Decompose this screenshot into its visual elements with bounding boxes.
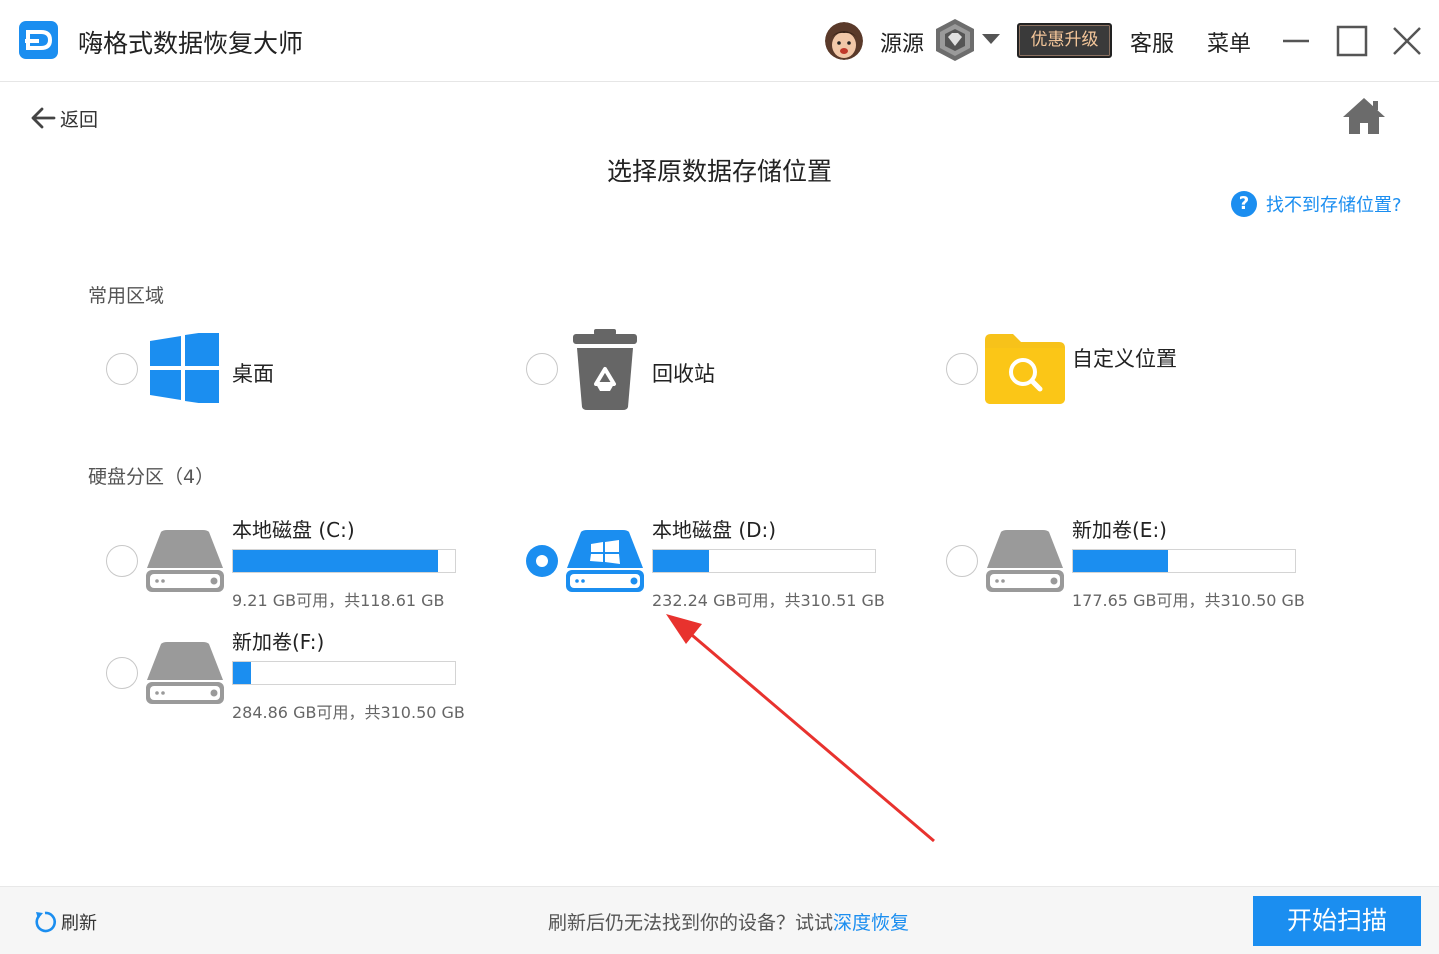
recycle-bin-label[interactable]: 回收站 bbox=[652, 358, 715, 388]
refresh-icon bbox=[35, 911, 57, 933]
customer-service-button[interactable]: 客服 bbox=[1130, 26, 1174, 58]
app-logo-icon bbox=[25, 30, 53, 50]
drive-d-capacity: 232.24 GB可用，共310.51 GB bbox=[652, 591, 885, 610]
help-link-label: 找不到存储位置? bbox=[1266, 195, 1402, 216]
drive-d-radio[interactable] bbox=[526, 545, 558, 577]
help-question-icon: ? bbox=[1231, 191, 1257, 217]
page-title: 选择原数据存储位置 bbox=[606, 157, 832, 186]
common-areas-section-label: 常用区域 bbox=[88, 285, 165, 307]
cannot-find-location-link[interactable]: ? 找不到存储位置? bbox=[1231, 190, 1402, 218]
custom-location-radio[interactable] bbox=[946, 353, 978, 385]
arrow-left-icon bbox=[31, 107, 56, 129]
close-icon bbox=[1393, 27, 1421, 55]
drive-f-name[interactable]: 新加卷(F:) bbox=[232, 626, 324, 655]
drive-e-capacity: 177.65 GB可用，共310.50 GB bbox=[1072, 591, 1305, 610]
drive-f-usage-fill bbox=[233, 662, 252, 684]
hard-drive-icon[interactable] bbox=[145, 642, 225, 704]
drive-e-name[interactable]: 新加卷(E:) bbox=[1072, 514, 1167, 543]
user-avatar[interactable] bbox=[825, 22, 863, 60]
drive-c-usage-bar bbox=[232, 549, 456, 573]
maximize-button[interactable] bbox=[1335, 24, 1369, 58]
footer-hint: 刷新后仍无法找到你的设备？试试深度恢复 bbox=[548, 908, 909, 935]
drive-e-usage-bar bbox=[1072, 549, 1296, 573]
drive-d-usage-bar bbox=[652, 549, 876, 573]
system-drive-icon[interactable] bbox=[565, 530, 645, 592]
drive-f-capacity: 284.86 GB可用，共310.50 GB bbox=[232, 703, 465, 722]
deep-recovery-link[interactable]: 深度恢复 bbox=[833, 912, 909, 934]
minimize-icon bbox=[1283, 39, 1309, 43]
maximize-icon bbox=[1336, 25, 1368, 57]
recycle-bin-radio[interactable] bbox=[526, 353, 558, 385]
drive-d-name[interactable]: 本地磁盘 (D:) bbox=[652, 514, 776, 543]
username[interactable]: 源源 bbox=[880, 26, 924, 58]
home-icon bbox=[1343, 98, 1385, 134]
windows-desktop-icon[interactable] bbox=[150, 330, 220, 406]
annotation-arrow bbox=[666, 614, 935, 843]
desktop-radio[interactable] bbox=[106, 353, 138, 385]
desktop-label[interactable]: 桌面 bbox=[232, 358, 274, 388]
refresh-button[interactable]: 刷新 bbox=[33, 908, 97, 936]
drive-e-radio[interactable] bbox=[946, 545, 978, 577]
custom-location-label[interactable]: 自定义位置 bbox=[1072, 343, 1177, 373]
menu-button[interactable]: 菜单 bbox=[1207, 26, 1251, 58]
drives-section-label: 硬盘分区（4） bbox=[88, 466, 215, 488]
back-button[interactable]: 返回 bbox=[30, 104, 98, 132]
back-label: 返回 bbox=[60, 108, 99, 131]
recycle-bin-icon[interactable] bbox=[572, 329, 638, 410]
drive-e-usage-fill bbox=[1073, 550, 1169, 572]
drive-c-radio[interactable] bbox=[106, 545, 138, 577]
app-logo bbox=[19, 21, 58, 59]
drive-c-usage-fill bbox=[233, 550, 438, 572]
drive-f-radio[interactable] bbox=[106, 657, 138, 689]
drive-f-usage-bar bbox=[232, 661, 456, 685]
hard-drive-icon[interactable] bbox=[145, 530, 225, 592]
drive-c-capacity: 9.21 GB可用，共118.61 GB bbox=[232, 591, 445, 610]
hard-drive-icon[interactable] bbox=[985, 530, 1065, 592]
home-button[interactable] bbox=[1341, 96, 1387, 136]
app-title: 嗨格式数据恢复大师 bbox=[78, 29, 304, 58]
folder-search-icon[interactable] bbox=[985, 334, 1065, 404]
drive-c-name[interactable]: 本地磁盘 (C:) bbox=[232, 514, 355, 543]
minimize-button[interactable] bbox=[1281, 24, 1311, 58]
chevron-down-icon[interactable] bbox=[982, 34, 1000, 44]
upgrade-button[interactable]: 优惠升级 bbox=[1017, 23, 1112, 58]
start-scan-button[interactable]: 开始扫描 bbox=[1253, 896, 1421, 946]
close-button[interactable] bbox=[1390, 24, 1424, 58]
refresh-label: 刷新 bbox=[61, 913, 97, 934]
vip-badge-icon[interactable] bbox=[933, 17, 977, 63]
drive-d-usage-fill bbox=[653, 550, 709, 572]
footer-hint-text: 刷新后仍无法找到你的设备？试试 bbox=[548, 912, 834, 934]
